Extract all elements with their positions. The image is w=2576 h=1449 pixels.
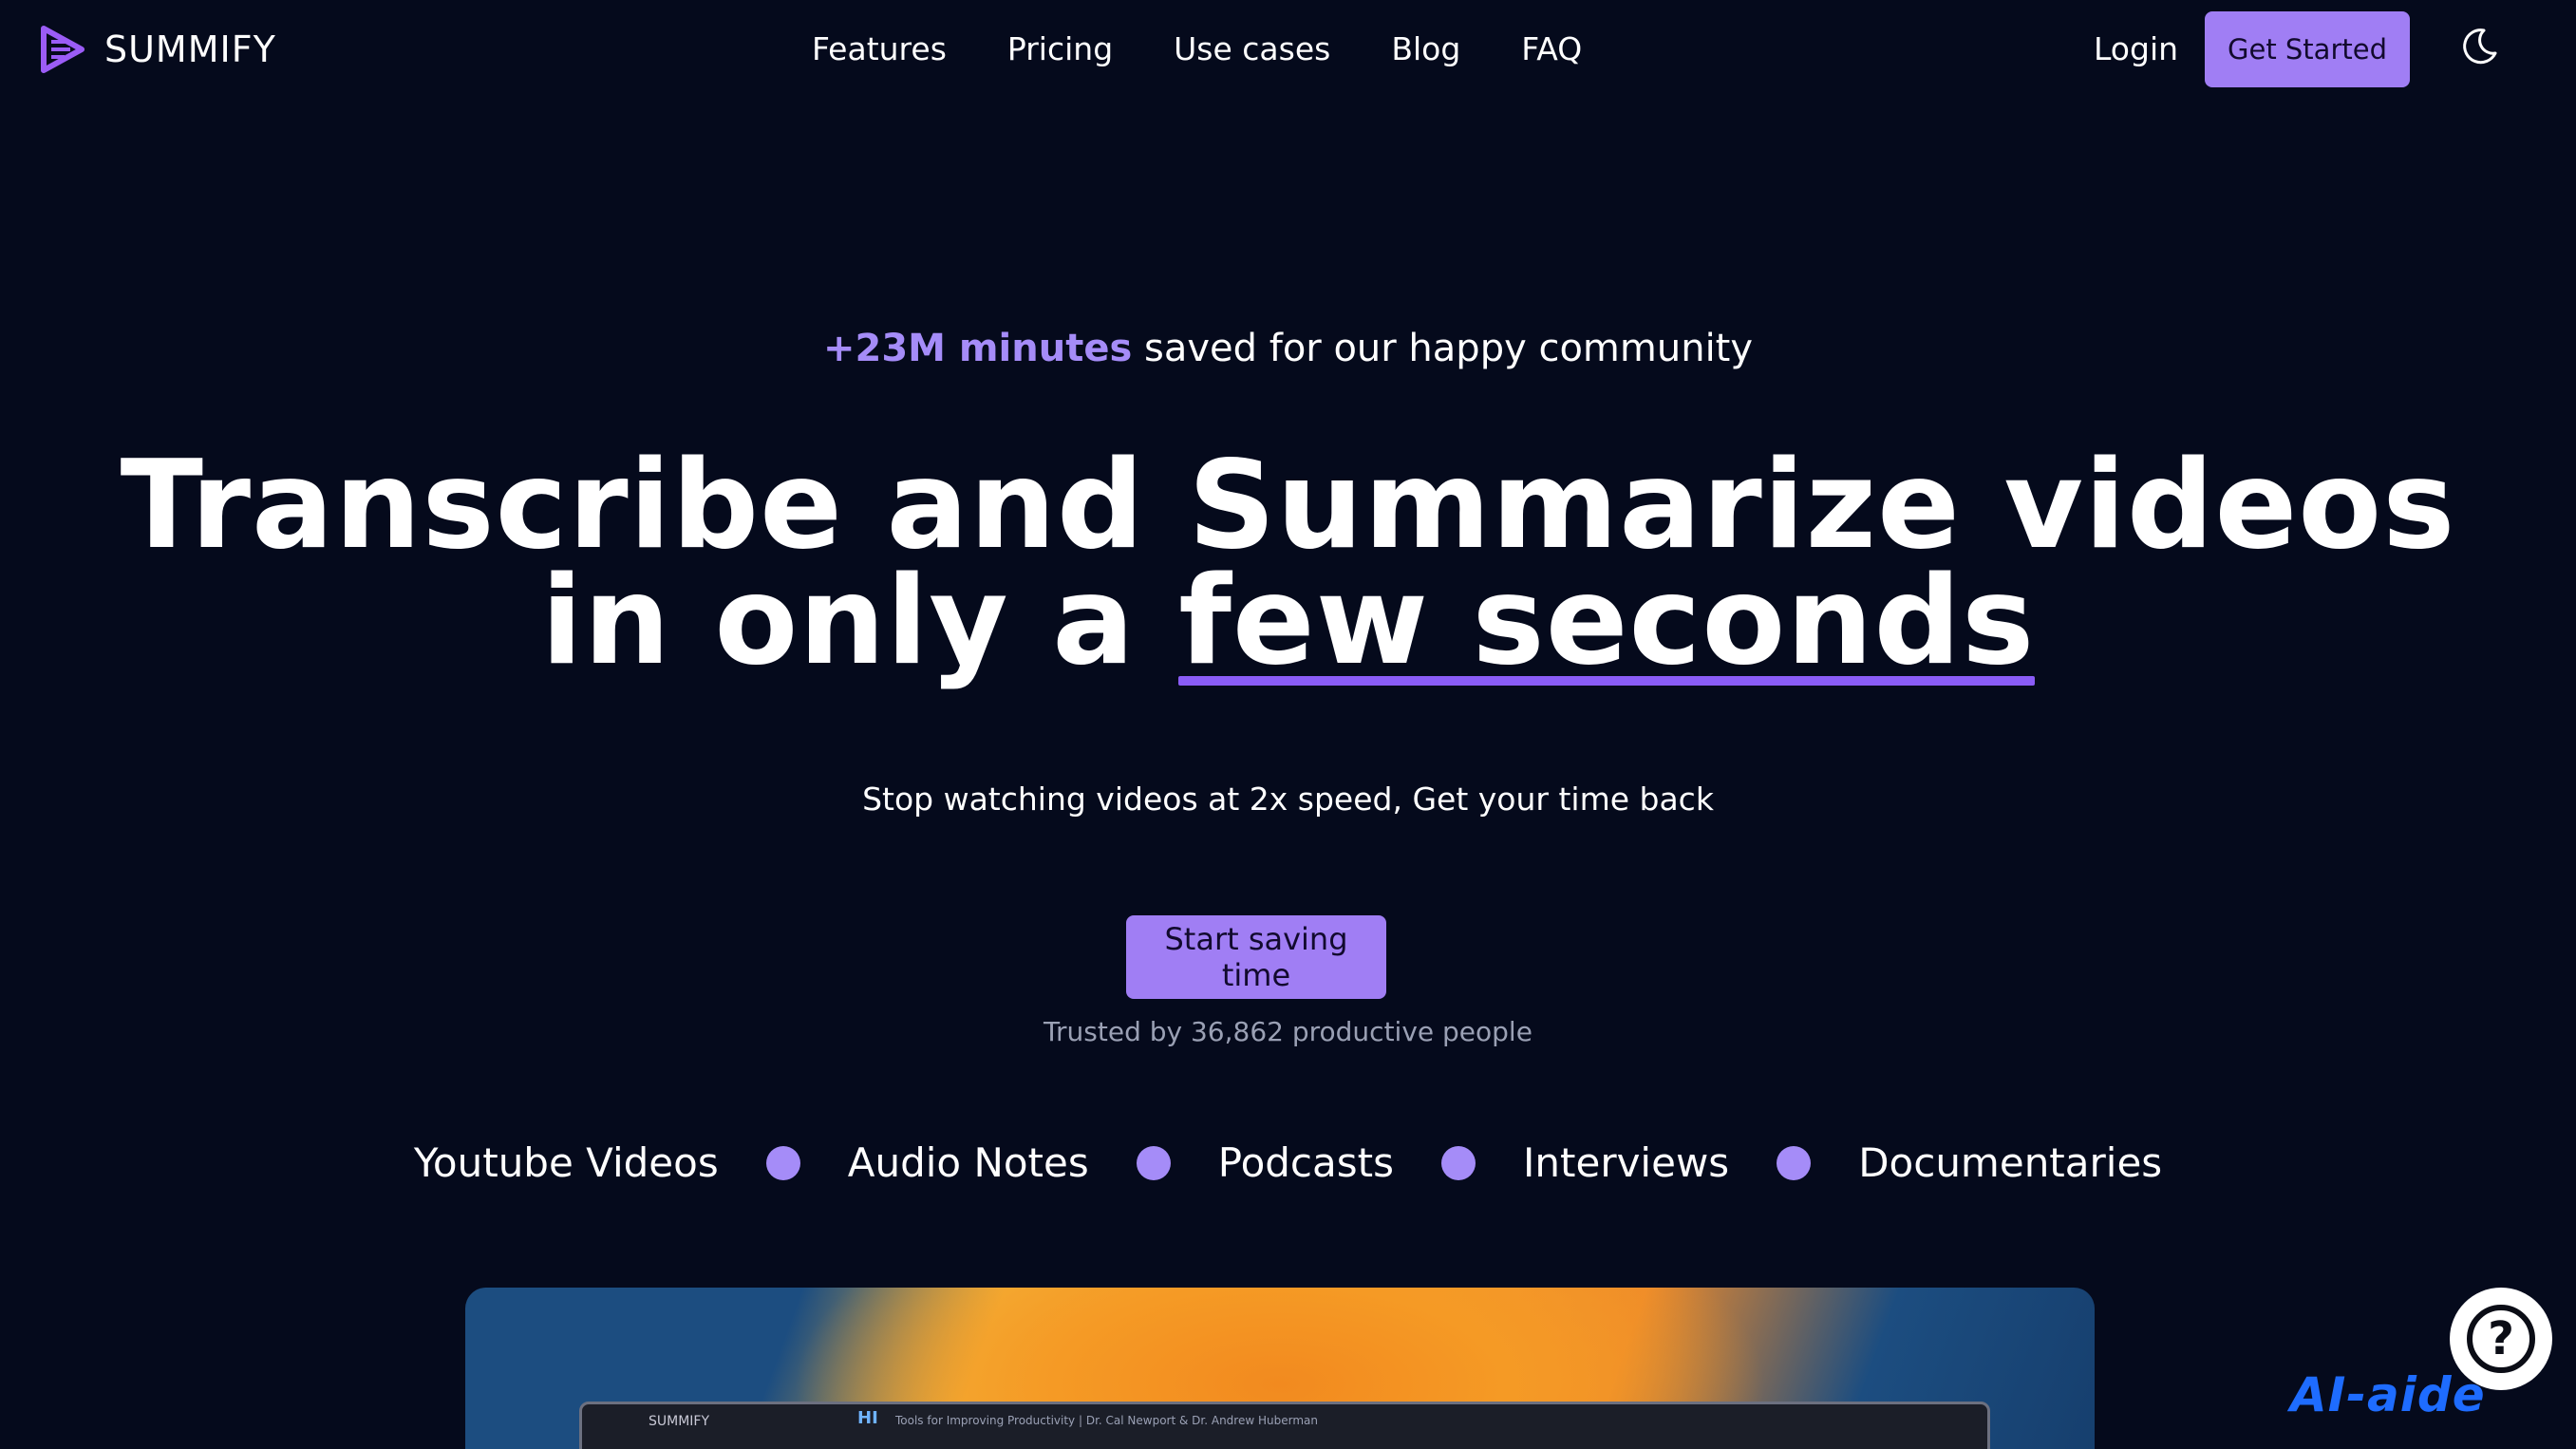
nav-link-faq[interactable]: FAQ bbox=[1521, 25, 1582, 74]
category-interviews: Interviews bbox=[1523, 1139, 1730, 1186]
category-documentaries: Documentaries bbox=[1858, 1139, 2163, 1186]
headline-line-2-prefix: in only a bbox=[540, 551, 1179, 692]
logo[interactable]: SUMMIFY bbox=[38, 25, 276, 74]
moon-icon[interactable] bbox=[2459, 27, 2499, 66]
help-icon: ? bbox=[2467, 1305, 2535, 1373]
preview-app-logo: SUMMIFY bbox=[649, 1414, 710, 1429]
nav-links: Features Pricing Use cases Blog FAQ bbox=[812, 25, 1582, 74]
app-preview-image: SUMMIFY HI Tools for Improving Productiv… bbox=[465, 1288, 2095, 1449]
nav-link-features[interactable]: Features bbox=[812, 25, 947, 74]
summify-logo-icon bbox=[41, 26, 85, 73]
category-youtube-videos: Youtube Videos bbox=[413, 1139, 719, 1186]
category-audio-notes: Audio Notes bbox=[847, 1139, 1089, 1186]
hero-tagline: +23M minutes saved for our happy communi… bbox=[0, 327, 2576, 370]
trusted-by-text: Trusted by 36,862 productive people bbox=[1044, 1016, 1532, 1047]
login-link[interactable]: Login bbox=[2094, 25, 2178, 74]
watermark-logo: AI-aide bbox=[2290, 1367, 2486, 1422]
nav-link-blog[interactable]: Blog bbox=[1391, 25, 1460, 74]
tagline-text: saved for our happy community bbox=[1132, 327, 1754, 370]
separator-dot bbox=[1441, 1145, 1476, 1180]
separator-dot bbox=[1777, 1145, 1812, 1180]
start-saving-time-button[interactable]: Start saving time bbox=[1126, 915, 1386, 999]
preview-video-title: Tools for Improving Productivity | Dr. C… bbox=[895, 1414, 1318, 1427]
navbar: SUMMIFY Features Pricing Use cases Blog … bbox=[0, 0, 2576, 99]
headline-line-1: Transcribe and Summarize videos bbox=[120, 435, 2456, 576]
nav-link-pricing[interactable]: Pricing bbox=[1007, 25, 1113, 74]
brand-name: SUMMIFY bbox=[104, 28, 276, 70]
preview-app-window: SUMMIFY HI Tools for Improving Productiv… bbox=[579, 1402, 1990, 1449]
hero-subtitle: Stop watching videos at 2x speed, Get yo… bbox=[862, 781, 1714, 818]
category-list: Youtube Videos Audio Notes Podcasts Inte… bbox=[0, 1139, 2576, 1186]
headline-underlined-phrase: few seconds bbox=[1178, 551, 2036, 692]
separator-dot bbox=[1136, 1145, 1171, 1180]
get-started-button[interactable]: Get Started bbox=[2205, 11, 2410, 87]
category-podcasts: Podcasts bbox=[1217, 1139, 1394, 1186]
headline-line-2: in only a few seconds bbox=[0, 551, 2576, 692]
tagline-highlight: +23M minutes bbox=[822, 327, 1133, 370]
preview-tab-badge: HI bbox=[857, 1408, 878, 1428]
nav-link-use-cases[interactable]: Use cases bbox=[1174, 25, 1330, 74]
hero-headline: Transcribe and Summarize videos in only … bbox=[0, 435, 2576, 692]
separator-dot bbox=[765, 1145, 800, 1180]
